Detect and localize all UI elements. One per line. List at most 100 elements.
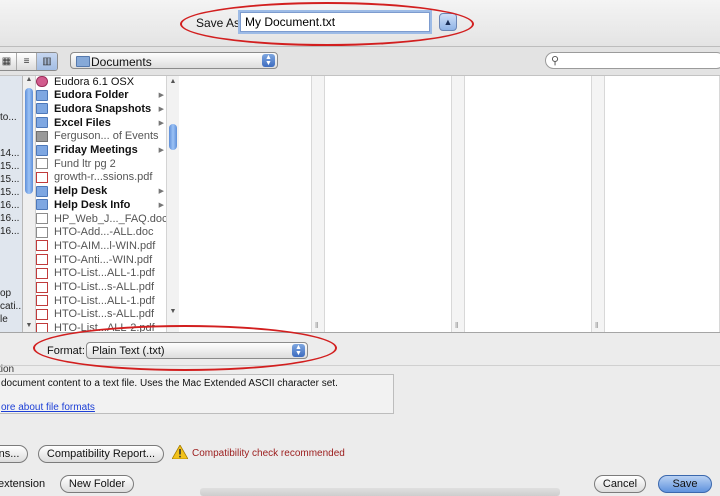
compatibility-report-button[interactable]: Compatibility Report... <box>38 445 164 463</box>
file-name: HTO-List...ALL-1.pdf <box>54 267 155 280</box>
collapse-dialog-button[interactable]: ▲ <box>439 13 457 31</box>
file-list-item[interactable]: HTO-Add...-ALL.doc <box>36 226 164 239</box>
sidebar-item[interactable]: 14... <box>0 148 19 159</box>
empty-column[interactable] <box>179 76 312 332</box>
format-popup[interactable]: Plain Text (.txt) ▲ ▼ <box>86 342 308 359</box>
hide-extension-label[interactable]: extension <box>0 478 45 490</box>
disclosure-arrow-icon: ▶ <box>158 201 164 209</box>
column-divider[interactable]: ‖ <box>592 76 605 332</box>
disclosure-arrow-icon: ▶ <box>158 92 164 100</box>
sidebar-item[interactable]: 15... <box>0 174 19 185</box>
pdf-file-icon <box>36 254 48 266</box>
column-divider[interactable]: ‖ <box>452 76 465 332</box>
file-list-item[interactable]: HTO-List...ALL-1.pdf <box>36 294 164 307</box>
file-list-item[interactable]: Help Desk ▶ <box>36 185 164 198</box>
file-list-item[interactable]: Eudora Folder ▶ <box>36 89 164 102</box>
sidebar-scrollbar[interactable]: ▲ ▼ <box>23 76 36 332</box>
file-list-item[interactable]: Eudora Snapshots ▶ <box>36 102 164 115</box>
popup-arrows-icon: ▲ ▼ <box>262 54 275 67</box>
sidebar-item[interactable]: le <box>0 314 8 325</box>
file-name: Eudora Folder <box>54 89 129 102</box>
options-button-label: ns... <box>0 448 20 460</box>
files-scroll-thumb[interactable] <box>169 124 177 150</box>
search-field[interactable]: ⚲ <box>545 52 720 69</box>
column-divider[interactable]: ‖ <box>312 76 325 332</box>
options-button[interactable]: ns... <box>0 445 28 463</box>
file-list-item[interactable]: Friday Meetings ▶ <box>36 144 164 157</box>
sidebar-column[interactable]: to... 14... 15... 15... 15... 16... 16... 16...… <box>0 76 23 332</box>
warning-icon <box>172 445 188 459</box>
filename-input[interactable] <box>240 12 430 32</box>
compatibility-warning: Compatibility check recommended <box>192 448 345 459</box>
empty-column[interactable] <box>465 76 592 332</box>
pdf-file-icon <box>36 240 48 252</box>
file-list-item[interactable]: HTO-List...s-ALL.pdf <box>36 308 164 321</box>
description-box: document content to a text file. Uses th… <box>0 374 394 414</box>
sidebar-item[interactable]: 16... <box>0 200 19 211</box>
files-column: Eudora 6.1 OSX Eudora Folder ▶ Eudora Snaps… <box>36 76 166 332</box>
file-name: Help Desk <box>54 185 108 198</box>
cancel-button[interactable]: Cancel <box>594 475 646 493</box>
file-list-item[interactable]: Eudora 6.1 OSX <box>36 76 164 88</box>
document-icon <box>36 130 48 142</box>
file-name: HTO-Anti...-WIN.pdf <box>54 253 153 266</box>
file-list-item[interactable]: HP_Web_J..._FAQ.doc <box>36 212 166 225</box>
folder-icon <box>36 199 48 211</box>
cancel-label: Cancel <box>602 478 638 490</box>
file-name: Eudora 6.1 OSX <box>54 76 135 88</box>
sidebar-item[interactable]: 16... <box>0 213 19 224</box>
pdf-file-icon <box>36 267 48 279</box>
location-popup[interactable]: Documents ▲ ▼ <box>70 52 278 69</box>
file-list-item[interactable]: HTO-Anti...-WIN.pdf <box>36 253 164 266</box>
new-folder-label: New Folder <box>68 478 126 490</box>
files-scrollbar[interactable]: ▲ ▼ <box>166 76 180 332</box>
list-view-icon[interactable]: ≡ <box>17 53 37 70</box>
file-list-item[interactable]: HTO-List...s-ALL.pdf <box>36 281 164 294</box>
file-list-item[interactable]: Ferguson... of Events <box>36 130 164 143</box>
new-folder-button[interactable]: New Folder <box>60 475 134 493</box>
scroll-up-icon[interactable]: ▲ <box>23 76 35 86</box>
sidebar-item[interactable]: 16... <box>0 226 19 237</box>
sidebar-scroll-thumb[interactable] <box>25 88 33 194</box>
scroll-up-icon[interactable]: ▲ <box>167 78 179 88</box>
save-as-label: Save As: <box>196 16 244 30</box>
file-name: HTO-AIM...l-WIN.pdf <box>54 239 156 252</box>
file-name: Ferguson... of Events <box>54 130 159 143</box>
dock-shadow <box>200 488 560 496</box>
search-icon: ⚲ <box>551 55 560 67</box>
save-button[interactable]: Save <box>658 475 712 493</box>
sidebar-item[interactable]: 15... <box>0 161 19 172</box>
file-list-item[interactable]: Excel Files ▶ <box>36 116 164 129</box>
column-view-icon[interactable]: ▥ <box>37 53 57 70</box>
file-list-item[interactable]: growth-r...ssions.pdf <box>36 171 164 184</box>
format-label: Format: <box>47 345 85 357</box>
file-list-item[interactable]: HTO-List...ALL-2.pdf <box>36 322 164 332</box>
document-icon <box>36 158 48 170</box>
pdf-file-icon <box>36 322 48 332</box>
document-icon <box>36 226 48 238</box>
save-label: Save <box>672 478 698 490</box>
empty-column[interactable] <box>605 76 720 332</box>
folder-icon <box>76 56 90 67</box>
file-name: growth-r...ssions.pdf <box>54 171 153 184</box>
file-list-item[interactable]: HTO-List...ALL-1.pdf <box>36 267 164 280</box>
file-list-item[interactable]: Fund ltr pg 2 <box>36 157 164 170</box>
scroll-down-icon[interactable]: ▼ <box>23 322 35 332</box>
scroll-down-icon[interactable]: ▼ <box>167 308 179 318</box>
file-name: Eudora Snapshots <box>54 102 152 115</box>
sidebar-item[interactable]: op <box>0 288 11 299</box>
sidebar-item[interactable]: to... <box>0 112 17 123</box>
file-name: Friday Meetings <box>54 144 138 156</box>
file-name: HTO-List...s-ALL.pdf <box>54 308 155 321</box>
sidebar-item[interactable]: cati... <box>0 301 22 312</box>
file-list-item[interactable]: HTO-AIM...l-WIN.pdf <box>36 239 164 252</box>
popup-arrows-icon: ▲ ▼ <box>292 344 305 357</box>
file-formats-link[interactable]: ore about file formats <box>1 402 95 413</box>
file-list-item[interactable]: Help Desk Info ▶ <box>36 198 164 211</box>
pdf-file-icon <box>36 295 48 307</box>
view-mode-segmented-control[interactable]: ▦ ≡ ▥ <box>0 52 58 71</box>
sidebar-item[interactable]: 15... <box>0 187 19 198</box>
toolbar: ▦ ≡ ▥ Documents ▲ ▼ ⚲ <box>0 47 720 76</box>
empty-column[interactable] <box>325 76 452 332</box>
icon-view-icon[interactable]: ▦ <box>0 53 17 70</box>
